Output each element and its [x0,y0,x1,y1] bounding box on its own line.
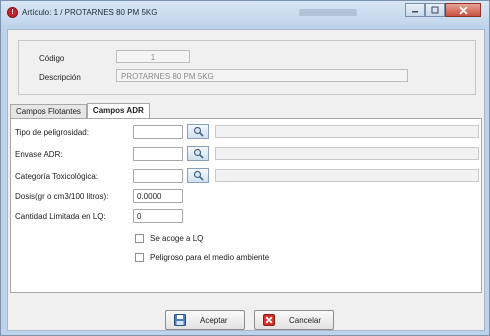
title-bar[interactable]: ! Artículo: 1 / PROTARNES 80 PM 5KG [1,1,489,25]
save-disk-icon [174,314,186,326]
lq-checkbox-label: Se acoge a LQ [150,234,204,243]
tab-strip: Campos Flotantes Campos ADR [10,103,150,118]
envase-adr-description [215,147,479,160]
ambiente-checkbox-row[interactable]: Peligroso para el medio ambiente [135,253,269,262]
ambiente-checkbox-label: Peligroso para el medio ambiente [150,253,270,262]
categoria-toxicologica-input[interactable] [133,169,183,183]
dosis-input[interactable]: 0.0000 [133,189,183,203]
tab-campos-flotantes[interactable]: Campos Flotantes [10,104,87,118]
ambiente-checkbox[interactable] [135,253,144,262]
maximize-button[interactable] [425,3,445,17]
codigo-label: Código [39,54,65,63]
cantidad-limitada-label: Cantidad Limitada en LQ: [15,212,106,221]
accept-button-label: Aceptar [200,315,228,325]
descripcion-field: PROTARNES 80 PM 5KG [116,69,408,82]
article-header-group: Código 1 Descripción PROTARNES 80 PM 5KG [18,40,476,95]
envase-adr-input[interactable] [133,147,183,161]
window-title: Artículo: 1 / PROTARNES 80 PM 5KG [22,8,158,17]
lq-checkbox-row[interactable]: Se acoge a LQ [135,234,203,243]
maximize-icon [431,6,439,14]
envase-adr-lookup-button[interactable] [187,146,209,161]
cancel-button-label: Cancelar [289,315,322,325]
tab-campos-adr[interactable]: Campos ADR [86,103,150,118]
window-controls [405,3,481,18]
minimize-button[interactable] [405,3,425,17]
cancel-button[interactable]: Cancelar [254,310,334,330]
descripcion-label: Descripción [39,73,81,82]
tipo-peligrosidad-input[interactable] [133,125,183,139]
magnifier-icon [193,170,204,181]
dialog-client-area: Código 1 Descripción PROTARNES 80 PM 5KG… [7,29,485,331]
red-x-icon [263,314,275,326]
cantidad-limitada-input[interactable]: 0 [133,209,183,223]
lq-checkbox[interactable] [135,234,144,243]
magnifier-icon [193,148,204,159]
article-window: ! Artículo: 1 / PROTARNES 80 PM 5KG Códi… [0,0,490,336]
codigo-field: 1 [116,50,190,63]
close-icon [458,5,468,15]
adr-tab-page: Tipo de peligrosidad: Envase ADR: Catego… [10,118,482,293]
categoria-toxicologica-description [215,169,479,182]
accept-button[interactable]: Aceptar [165,310,245,330]
app-error-icon: ! [7,7,18,18]
categoria-toxicologica-lookup-button[interactable] [187,168,209,183]
magnifier-icon [193,126,204,137]
categoria-toxicologica-label: Categoría Toxicológica: [15,172,99,181]
tipo-peligrosidad-lookup-button[interactable] [187,124,209,139]
minimize-icon [412,11,418,13]
close-button[interactable] [445,3,481,17]
envase-adr-label: Envase ADR: [15,150,63,159]
dosis-label: Dosis(gr o cm3/100 litros): [15,192,109,201]
tipo-peligrosidad-label: Tipo de peligrosidad: [15,128,89,137]
tipo-peligrosidad-description [215,125,479,138]
title-blurred-region [299,9,357,16]
